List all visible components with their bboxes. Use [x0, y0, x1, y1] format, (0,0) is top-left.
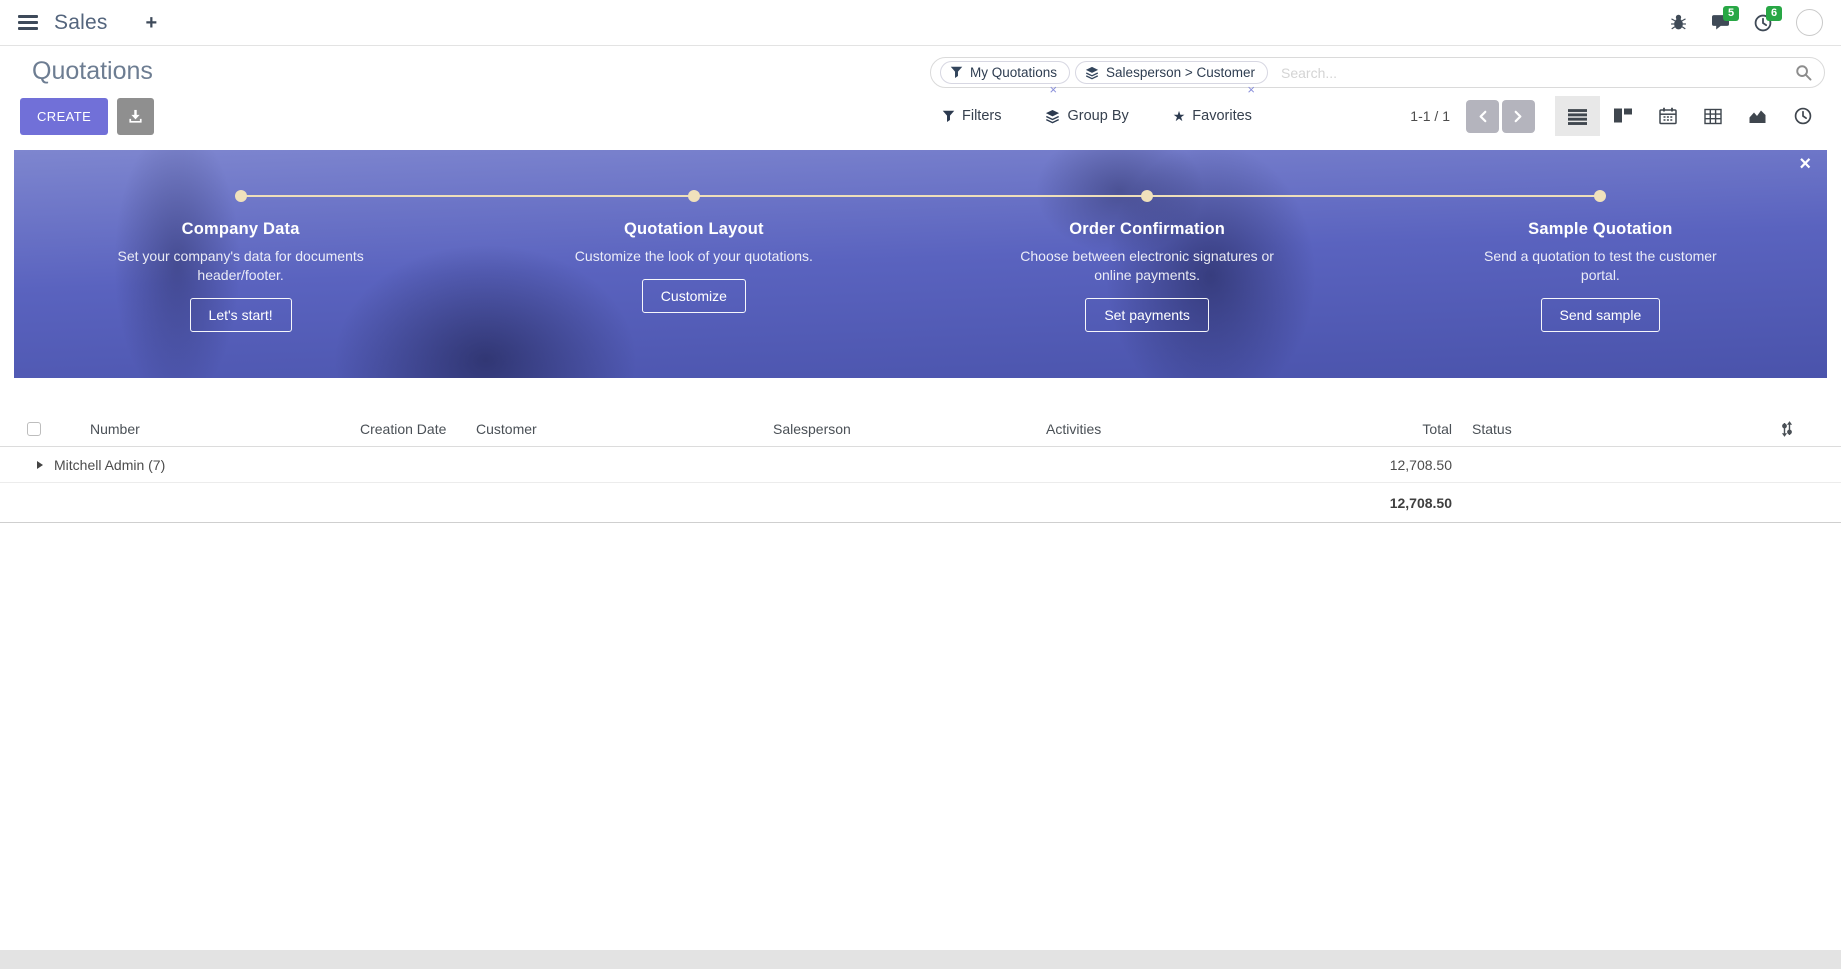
- control-panel: Quotations My Quotations × Salesperson >…: [0, 46, 1841, 150]
- chevron-right-icon: [1513, 110, 1524, 123]
- top-navbar: Sales + 5 6: [0, 0, 1841, 46]
- onboarding-step-quotation-layout: Quotation Layout Customize the look of y…: [467, 150, 920, 378]
- pager: 1-1 / 1: [1410, 100, 1535, 133]
- activity-clock-icon: [1794, 107, 1812, 125]
- messages-icon[interactable]: 5: [1711, 14, 1730, 31]
- layers-icon: [1085, 66, 1099, 80]
- close-icon[interactable]: ×: [1799, 154, 1811, 174]
- send-sample-button[interactable]: Send sample: [1541, 298, 1661, 332]
- pivot-view-button[interactable]: [1690, 96, 1735, 136]
- search-bar[interactable]: My Quotations × Salesperson > Customer ×: [930, 57, 1825, 88]
- column-header-customer[interactable]: Customer: [476, 421, 773, 437]
- plus-icon[interactable]: +: [146, 13, 158, 33]
- list-header-row: Number Creation Date Customer Salesperso…: [0, 412, 1841, 447]
- filters-label: Filters: [962, 108, 1001, 124]
- search-facet-groupby[interactable]: Salesperson > Customer ×: [1075, 61, 1268, 84]
- step-description: Send a quotation to test the customer po…: [1465, 247, 1735, 285]
- facet-label: Salesperson > Customer: [1106, 65, 1255, 80]
- onboarding-step-sample-quotation: Sample Quotation Send a quotation to tes…: [1374, 150, 1827, 378]
- step-title: Order Confirmation: [921, 220, 1374, 239]
- list-sum-row: 12,708.50: [0, 483, 1841, 523]
- group-total: 12,708.50: [1356, 457, 1452, 473]
- quotations-list: Number Creation Date Customer Salesperso…: [0, 412, 1841, 523]
- step-title: Sample Quotation: [1374, 220, 1827, 239]
- step-dot: [688, 190, 700, 202]
- column-header-status[interactable]: Status: [1452, 421, 1622, 437]
- optional-columns-button[interactable]: [1622, 421, 1841, 437]
- sum-total: 12,708.50: [1356, 495, 1452, 511]
- pager-next-button[interactable]: [1502, 100, 1535, 133]
- user-avatar[interactable]: [1796, 9, 1823, 36]
- activities-badge: 6: [1766, 6, 1782, 21]
- onboarding-step-company-data: Company Data Set your company's data for…: [14, 150, 467, 378]
- view-switcher: [1555, 96, 1825, 136]
- facet-label: My Quotations: [970, 65, 1057, 80]
- search-icon[interactable]: [1795, 64, 1812, 81]
- favorites-button[interactable]: ★ Favorites: [1173, 108, 1252, 124]
- filters-button[interactable]: Filters: [942, 108, 1001, 124]
- pivot-view-icon: [1704, 108, 1722, 125]
- calendar-view-icon: [1659, 107, 1677, 125]
- step-dot: [1141, 190, 1153, 202]
- debug-bug-icon[interactable]: [1670, 14, 1687, 31]
- chevron-left-icon: [1477, 110, 1488, 123]
- customize-button[interactable]: Customize: [642, 279, 746, 313]
- download-icon: [128, 109, 143, 124]
- lets-start-button[interactable]: Let's start!: [190, 298, 292, 332]
- sliders-icon: [1779, 421, 1795, 437]
- step-description: Set your company's data for documents he…: [106, 247, 376, 285]
- group-by-button[interactable]: Group By: [1045, 108, 1128, 124]
- column-header-creation-date[interactable]: Creation Date: [360, 421, 476, 437]
- column-header-number[interactable]: Number: [56, 421, 360, 437]
- step-dot: [235, 190, 247, 202]
- select-all-checkbox[interactable]: [27, 422, 41, 436]
- step-title: Quotation Layout: [467, 220, 920, 239]
- kanban-view-icon: [1614, 108, 1632, 125]
- layers-icon: [1045, 109, 1060, 124]
- create-button[interactable]: CREATE: [20, 98, 108, 135]
- set-payments-button[interactable]: Set payments: [1085, 298, 1209, 332]
- messages-badge: 5: [1723, 6, 1739, 21]
- group-by-label: Group By: [1067, 108, 1128, 124]
- group-label: Mitchell Admin (7): [54, 457, 165, 473]
- search-facet-my-quotations[interactable]: My Quotations ×: [940, 61, 1070, 84]
- group-expand-caret-icon[interactable]: [37, 461, 43, 469]
- calendar-view-button[interactable]: [1645, 96, 1690, 136]
- bottom-strip: [0, 950, 1841, 969]
- app-name[interactable]: Sales: [54, 11, 108, 35]
- filter-icon: [942, 110, 955, 123]
- onboarding-banner: Company Data Set your company's data for…: [14, 150, 1827, 378]
- filter-icon: [950, 66, 963, 79]
- export-button[interactable]: [117, 98, 154, 135]
- step-title: Company Data: [14, 220, 467, 239]
- column-header-salesperson[interactable]: Salesperson: [773, 421, 1046, 437]
- step-dot: [1594, 190, 1606, 202]
- activity-view-button[interactable]: [1780, 96, 1825, 136]
- list-view-icon: [1568, 108, 1587, 125]
- pager-previous-button[interactable]: [1466, 100, 1499, 133]
- favorites-label: Favorites: [1192, 108, 1252, 124]
- onboarding-step-order-confirmation: Order Confirmation Choose between electr…: [921, 150, 1374, 378]
- graph-view-button[interactable]: [1735, 96, 1780, 136]
- page-title: Quotations: [20, 57, 153, 86]
- step-description: Customize the look of your quotations.: [559, 247, 829, 266]
- step-description: Choose between electronic signatures or …: [1012, 247, 1282, 285]
- apps-menu-icon[interactable]: [18, 15, 38, 30]
- facet-remove-icon[interactable]: ×: [1049, 83, 1057, 96]
- kanban-view-button[interactable]: [1600, 96, 1645, 136]
- graph-view-icon: [1748, 108, 1767, 124]
- column-header-total[interactable]: Total: [1356, 421, 1452, 437]
- list-view-button[interactable]: [1555, 96, 1600, 136]
- search-input[interactable]: [1273, 65, 1795, 81]
- activities-clock-icon[interactable]: 6: [1754, 14, 1772, 32]
- facet-remove-icon[interactable]: ×: [1247, 83, 1255, 96]
- star-icon: ★: [1173, 109, 1186, 123]
- group-row-mitchell-admin[interactable]: Mitchell Admin (7) 12,708.50: [0, 447, 1841, 483]
- pager-value: 1-1 / 1: [1410, 108, 1450, 124]
- column-header-activities[interactable]: Activities: [1046, 421, 1356, 437]
